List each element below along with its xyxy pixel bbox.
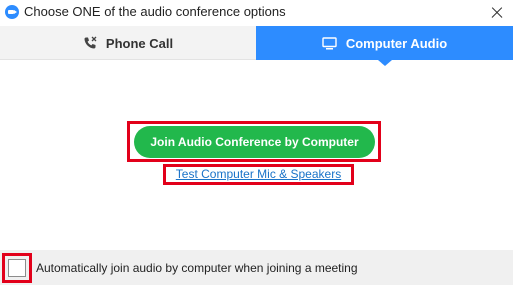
join-audio-button[interactable]: Join Audio Conference by Computer <box>134 126 375 158</box>
tab-phone-call-label: Phone Call <box>105 35 174 51</box>
phone-icon <box>83 36 97 50</box>
title-bar: Choose ONE of the audio conference optio… <box>0 0 513 26</box>
tab-computer-audio[interactable]: Computer Audio <box>256 26 513 66</box>
tab-bar: Phone Call Computer Audio <box>0 26 513 66</box>
monitor-icon <box>322 36 337 50</box>
auto-join-checkbox[interactable] <box>8 259 26 277</box>
zoom-camera-icon <box>5 5 19 19</box>
test-mic-speakers-link[interactable]: Test Computer Mic & Speakers <box>163 167 354 181</box>
tab-computer-audio-label: Computer Audio <box>345 35 448 51</box>
selected-tab-indicator <box>378 60 392 66</box>
window-title: Choose ONE of the audio conference optio… <box>24 4 286 19</box>
auto-join-label: Automatically join audio by computer whe… <box>36 261 358 275</box>
tab-phone-call[interactable]: Phone Call <box>0 26 256 60</box>
close-icon[interactable] <box>486 2 508 24</box>
